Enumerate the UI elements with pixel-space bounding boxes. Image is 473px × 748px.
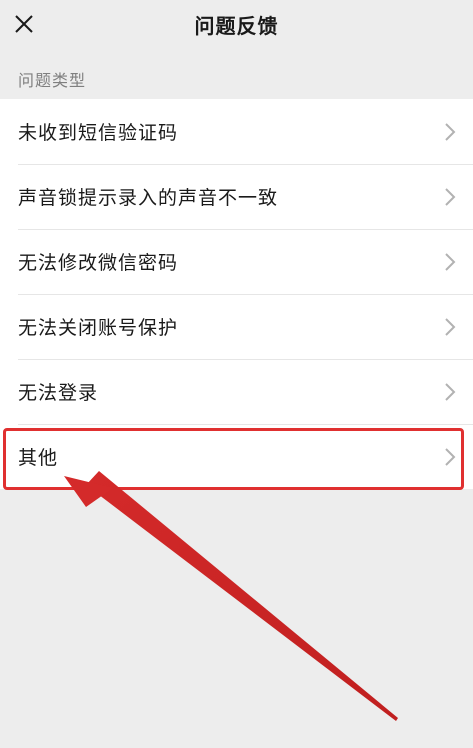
chevron-right-icon [445,187,456,206]
list-item-cannot-disable-protection[interactable]: 无法关闭账号保护 [0,294,473,359]
arrow-shaft [86,471,398,721]
chevron-right-icon [445,382,456,401]
chevron-right-icon [445,447,456,466]
list-item-label: 其他 [18,447,59,469]
list-item-label: 无法修改微信密码 [18,252,179,274]
problem-type-list: 未收到短信验证码 声音锁提示录入的声音不一致 无法修改微信密码 无法关闭账号保护… [0,99,473,489]
chevron-right-icon [445,317,456,336]
chevron-right-icon [445,252,456,271]
list-item-label: 未收到短信验证码 [18,122,179,144]
list-item-cannot-change-password[interactable]: 无法修改微信密码 [0,229,473,294]
section-label: 问题类型 [18,71,87,90]
list-item-label: 无法关闭账号保护 [18,317,179,339]
list-item-label: 声音锁提示录入的声音不一致 [18,187,279,209]
list-item-voice-lock-mismatch[interactable]: 声音锁提示录入的声音不一致 [0,164,473,229]
header: 问题反馈 [0,0,473,54]
chevron-right-icon [445,122,456,141]
list-item-label: 无法登录 [18,382,99,404]
page-title: 问题反馈 [194,14,279,38]
list-item-no-sms-code[interactable]: 未收到短信验证码 [0,99,473,164]
list-item-other[interactable]: 其他 [0,424,473,489]
list-item-cannot-login[interactable]: 无法登录 [0,359,473,424]
